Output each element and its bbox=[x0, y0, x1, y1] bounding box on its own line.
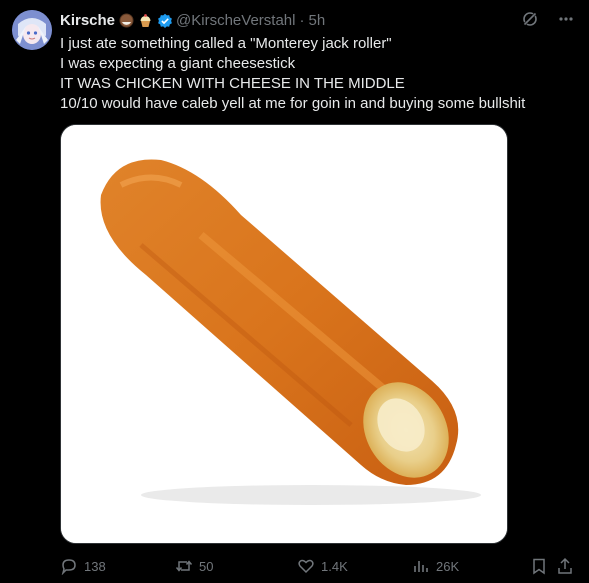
view-count: 26K bbox=[436, 558, 460, 574]
timestamp[interactable]: 5h bbox=[308, 12, 325, 29]
tweet[interactable]: Kirsche @KirscheVerstahl · 5h I just ate… bbox=[0, 0, 589, 583]
tweet-line: I was expecting a giant cheesestick bbox=[60, 55, 296, 72]
reply-button[interactable]: 138 bbox=[60, 556, 106, 576]
author-name[interactable]: Kirsche bbox=[60, 12, 115, 29]
tweet-media[interactable] bbox=[60, 124, 508, 544]
cupcake-emoji-icon bbox=[138, 13, 153, 28]
top-icons bbox=[521, 10, 575, 33]
share-icon bbox=[558, 557, 572, 574]
repost-button[interactable]: 50 bbox=[175, 556, 213, 576]
tweet-header: Kirsche @KirscheVerstahl · 5h bbox=[60, 10, 325, 30]
share-button[interactable] bbox=[556, 556, 574, 576]
coconut-emoji-icon bbox=[119, 13, 134, 28]
bookmark-button[interactable] bbox=[530, 556, 548, 576]
bookmark-icon bbox=[533, 558, 545, 575]
repost-count: 50 bbox=[199, 558, 214, 574]
tweet-line: I just ate something called a "Monterey … bbox=[60, 35, 392, 52]
reply-count: 138 bbox=[84, 558, 106, 574]
tweet-line: 10/10 would have caleb yell at me for go… bbox=[60, 95, 526, 112]
like-count: 1.4K bbox=[321, 558, 348, 574]
monterey-jack-roller-image bbox=[61, 125, 507, 543]
like-button[interactable]: 1.4K bbox=[297, 556, 348, 576]
analytics-icon bbox=[414, 561, 428, 572]
tweet-actions: 138 50 1.4K 26K bbox=[60, 556, 575, 576]
tweet-line: IT WAS CHICKEN WITH CHEESE IN THE MIDDLE bbox=[60, 75, 405, 92]
views-button[interactable]: 26K bbox=[412, 556, 459, 576]
avatar-image bbox=[12, 10, 52, 50]
author-handle[interactable]: @KirscheVerstahl bbox=[176, 12, 295, 29]
avatar[interactable] bbox=[12, 10, 52, 50]
separator-dot: · bbox=[299, 11, 305, 29]
verified-badge-icon bbox=[157, 13, 172, 28]
grok-icon[interactable] bbox=[521, 10, 539, 33]
more-options-icon[interactable] bbox=[557, 10, 575, 33]
heart-icon bbox=[298, 559, 314, 574]
tweet-text: I just ate something called a "Monterey … bbox=[60, 34, 570, 114]
reply-icon bbox=[61, 559, 76, 575]
repost-icon bbox=[175, 560, 193, 572]
